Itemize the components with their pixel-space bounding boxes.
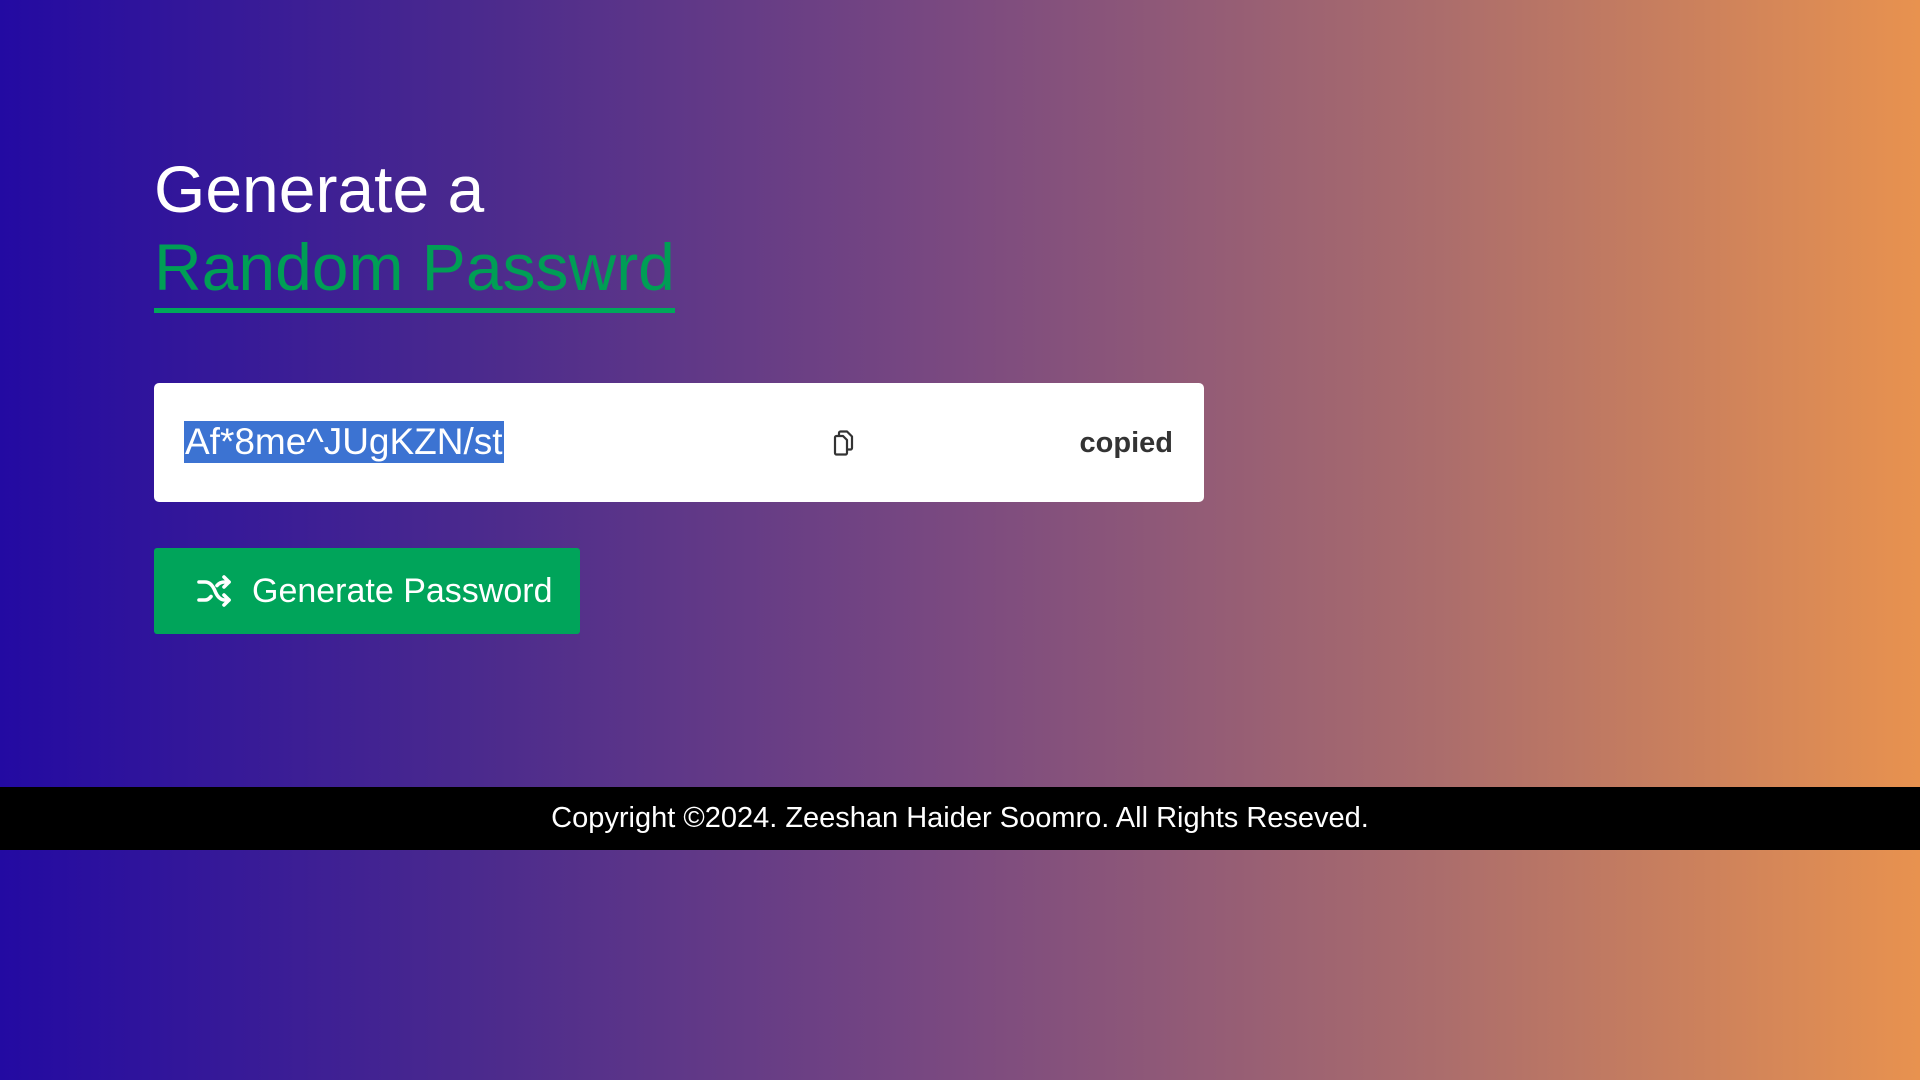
password-display-box: Af*8me^JUgKZN/st copied: [154, 383, 1204, 502]
generate-button-label: Generate Password: [252, 571, 553, 610]
footer-copyright-text: Copyright ©2024. Zeeshan Haider Soomro. …: [551, 802, 1369, 834]
password-output[interactable]: Af*8me^JUgKZN/st: [184, 421, 504, 463]
copy-icon[interactable]: [829, 428, 857, 458]
footer: Copyright ©2024. Zeeshan Haider Soomro. …: [0, 787, 1920, 850]
main-content: Generate a Random Passwrd Af*8me^JUgKZN/…: [154, 150, 1204, 634]
title-line-2-highlight: Random Passwrd: [154, 228, 675, 313]
title-line-1: Generate a: [154, 152, 485, 226]
copied-status-label: copied: [1079, 427, 1173, 459]
generate-password-button[interactable]: Generate Password: [154, 548, 580, 634]
shuffle-icon: [196, 573, 232, 609]
page-title: Generate a Random Passwrd: [154, 150, 675, 313]
